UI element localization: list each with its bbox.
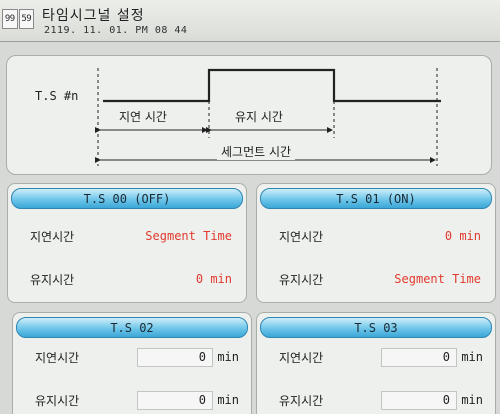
panel-ts-02: T.S 02 지연시간 0 min 유지시간 0 min [12, 312, 252, 414]
title-bar: 99 59 타임시그널 설정 2119. 11. 01. PM 08 44 [0, 0, 500, 42]
page-title: 타임시그널 설정 [42, 8, 145, 24]
ts03-hold-row: 유지시간 0 min [257, 389, 495, 411]
delay-label: 지연 시간 [115, 108, 171, 125]
ts03-delay-input[interactable]: 0 [381, 347, 457, 367]
ts03-delay-unit: min [461, 350, 483, 364]
panel-header-ts-03: T.S 03 [260, 317, 492, 338]
counter-seconds: 59 [18, 9, 34, 29]
timer-counter: 99 59 [2, 9, 34, 29]
ts03-hold-label: 유지시간 [279, 393, 324, 408]
panel-ts-00: T.S 00 (OFF) 지연시간 Segment Time 유지시간 0 mi… [7, 183, 247, 303]
ts00-delay-value[interactable]: Segment Time [145, 229, 232, 243]
ts00-delay-label: 지연시간 [30, 229, 75, 244]
ts02-delay-row: 지연시간 0 min [13, 346, 251, 368]
ts02-delay-input[interactable]: 0 [137, 347, 213, 367]
ts00-delay-row[interactable]: 지연시간 Segment Time [8, 225, 246, 247]
datetime-display: 2119. 11. 01. PM 08 44 [44, 25, 188, 36]
panel-ts-01: T.S 01 (ON) 지연시간 0 min 유지시간 Segment Time [256, 183, 496, 303]
ts01-hold-row[interactable]: 유지시간 Segment Time [257, 268, 495, 290]
hold-label: 유지 시간 [231, 108, 287, 125]
signal-label: T.S #n [35, 89, 79, 103]
panel-ts-03: T.S 03 지연시간 0 min 유지시간 0 min [256, 312, 496, 414]
ts01-hold-label: 유지시간 [279, 272, 324, 287]
ts03-delay-row: 지연시간 0 min [257, 346, 495, 368]
ts00-hold-label: 유지시간 [30, 272, 75, 287]
ts03-hold-unit: min [461, 393, 483, 407]
ts02-hold-input[interactable]: 0 [137, 390, 213, 410]
ts03-hold-input[interactable]: 0 [381, 390, 457, 410]
segment-label: 세그먼트 시간 [217, 143, 296, 160]
panel-header-ts-01: T.S 01 (ON) [260, 188, 492, 209]
ts00-hold-value[interactable]: 0 min [196, 272, 232, 286]
ts01-delay-row[interactable]: 지연시간 0 min [257, 225, 495, 247]
timing-diagram: T.S #n 지연 시간 유지 시간 세그먼트 시간 [6, 55, 492, 175]
ts01-delay-value[interactable]: 0 min [445, 229, 481, 243]
ts00-hold-row[interactable]: 유지시간 0 min [8, 268, 246, 290]
ts02-hold-row: 유지시간 0 min [13, 389, 251, 411]
ts02-delay-unit: min [217, 350, 239, 364]
ts03-delay-label: 지연시간 [279, 350, 324, 365]
ts02-delay-label: 지연시간 [35, 350, 80, 365]
ts01-hold-value[interactable]: Segment Time [394, 272, 481, 286]
ts01-delay-label: 지연시간 [279, 229, 324, 244]
signal-waveform [103, 68, 441, 103]
panel-header-ts-00: T.S 00 (OFF) [11, 188, 243, 209]
panel-header-ts-02: T.S 02 [16, 317, 248, 338]
ts02-hold-label: 유지시간 [35, 393, 80, 408]
counter-minutes: 99 [2, 9, 18, 29]
ts02-hold-unit: min [217, 393, 239, 407]
